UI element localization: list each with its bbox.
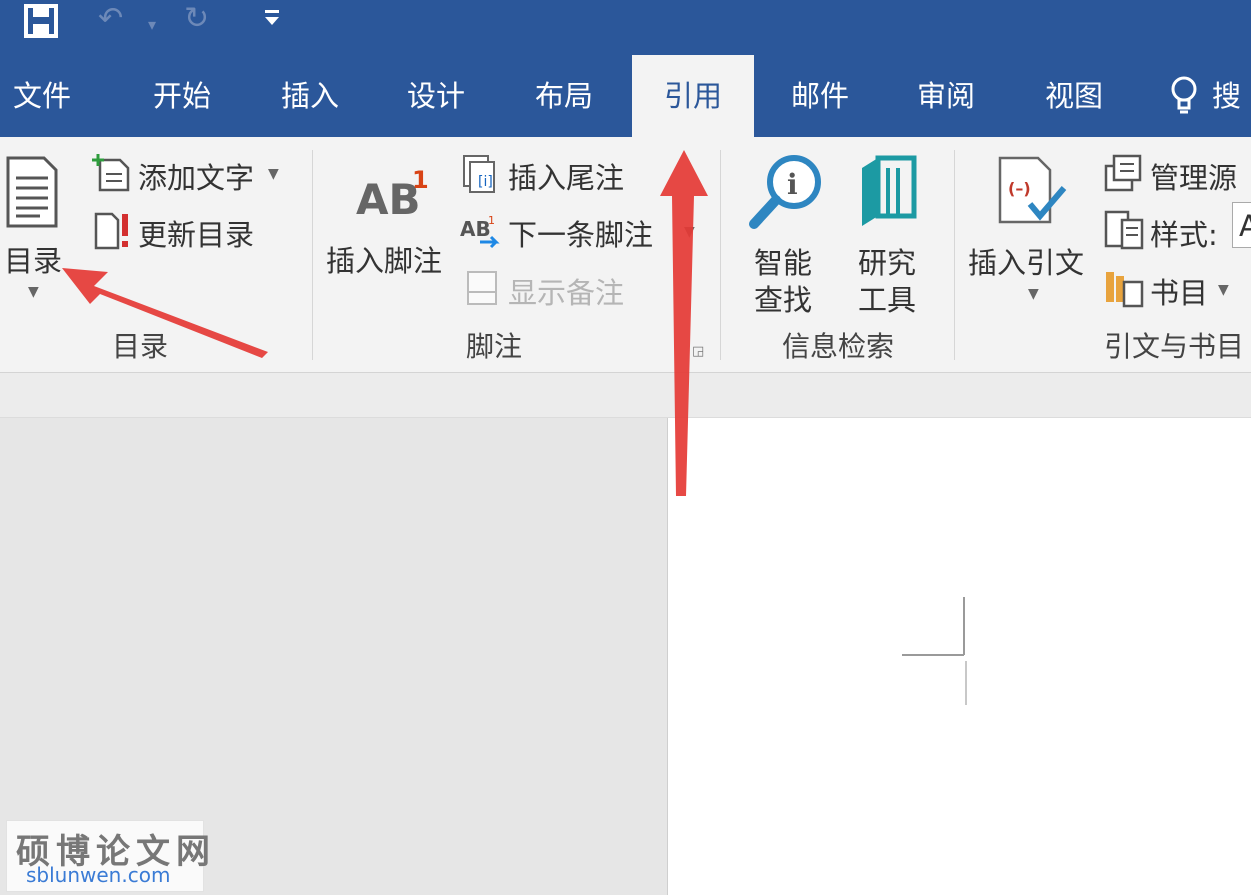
bibliography-button[interactable]: 书目 bbox=[1150, 270, 1208, 312]
tab-layout[interactable]: 布局 bbox=[522, 55, 606, 137]
tab-design[interactable]: 设计 bbox=[394, 55, 478, 137]
svg-text:AB: AB bbox=[356, 175, 421, 220]
watermark-url: sblunwen.com bbox=[26, 863, 171, 887]
research-group-label: 信息检索 bbox=[781, 330, 894, 363]
bibliography-dropdown-icon[interactable]: ▼ bbox=[1218, 282, 1229, 298]
smart-lookup-icon: i bbox=[749, 155, 821, 229]
smart-lookup-button-line2[interactable]: 查找 bbox=[754, 277, 812, 319]
insert-citation-icon: (–) bbox=[998, 156, 1067, 224]
researcher-button-line2[interactable]: 工具 bbox=[858, 277, 916, 319]
customize-qat-icon[interactable] bbox=[262, 6, 282, 39]
group-separator bbox=[720, 150, 721, 360]
smart-lookup-button[interactable]: 智能 bbox=[754, 240, 812, 282]
add-text-button[interactable]: 添加文字 bbox=[138, 155, 254, 197]
update-table-icon bbox=[94, 212, 128, 250]
document-page[interactable] bbox=[667, 418, 1251, 895]
next-footnote-dropdown-icon[interactable]: ▼ bbox=[684, 224, 695, 240]
style-select[interactable]: A bbox=[1232, 202, 1251, 248]
researcher-button[interactable]: 研究 bbox=[858, 240, 916, 282]
toc-button[interactable]: 目录 bbox=[4, 238, 62, 280]
tab-search[interactable]: 搜 bbox=[1212, 55, 1251, 137]
insert-endnote-button[interactable]: 插入尾注 bbox=[508, 155, 624, 197]
show-notes-icon bbox=[467, 271, 497, 305]
tab-review[interactable]: 审阅 bbox=[904, 55, 988, 137]
next-footnote-button[interactable]: 下一条脚注 bbox=[508, 212, 653, 254]
tab-references[interactable]: 引用 bbox=[632, 55, 754, 137]
style-label: 样式: bbox=[1150, 218, 1218, 252]
ruler bbox=[0, 373, 1251, 418]
svg-text:(–): (–) bbox=[1008, 179, 1031, 198]
insert-footnote-button[interactable]: 插入脚注 bbox=[326, 238, 442, 280]
update-toc-button[interactable]: 更新目录 bbox=[138, 212, 254, 254]
svg-text:1: 1 bbox=[412, 166, 429, 194]
svg-text:1: 1 bbox=[488, 214, 495, 227]
next-footnote-icon: AB 1 bbox=[460, 214, 500, 249]
dialog-launcher-icon[interactable]: ◲ bbox=[692, 344, 704, 359]
undo-dropdown-icon[interactable]: ▾ bbox=[148, 10, 156, 40]
svg-text:i: i bbox=[787, 168, 798, 201]
toc-dropdown-icon[interactable]: ▼ bbox=[28, 284, 39, 300]
undo-icon[interactable]: ↶ bbox=[98, 4, 123, 34]
show-notes-button: 显示备注 bbox=[508, 276, 625, 310]
svg-text:AB: AB bbox=[460, 217, 491, 241]
redo-icon[interactable]: ↻ bbox=[184, 4, 209, 34]
table-of-contents-icon bbox=[6, 156, 58, 228]
citation-style-icon bbox=[1104, 210, 1144, 250]
bibliography-icon bbox=[1106, 272, 1144, 308]
page-margin-marker bbox=[902, 597, 967, 705]
footnote-group-label: 脚注 bbox=[465, 330, 522, 363]
svg-text:[i]: [i] bbox=[478, 174, 493, 190]
group-separator bbox=[954, 150, 955, 360]
save-icon[interactable] bbox=[24, 4, 58, 44]
group-separator bbox=[312, 150, 313, 360]
researcher-icon bbox=[862, 155, 917, 226]
citations-group-label: 引文与书目 bbox=[1104, 330, 1245, 363]
lightbulb-icon[interactable] bbox=[1170, 76, 1198, 116]
tab-insert[interactable]: 插入 bbox=[268, 55, 352, 137]
manage-sources-button[interactable]: 管理源 bbox=[1150, 155, 1237, 197]
tab-view[interactable]: 视图 bbox=[1032, 55, 1116, 137]
insert-citation-button[interactable]: 插入引文 bbox=[968, 240, 1084, 282]
insert-citation-dropdown-icon[interactable]: ▼ bbox=[1028, 286, 1039, 302]
tab-mailings[interactable]: 邮件 bbox=[778, 55, 862, 137]
insert-footnote-icon: AB 1 bbox=[356, 166, 429, 220]
tab-file[interactable]: 文件 bbox=[0, 55, 84, 137]
manage-sources-icon bbox=[1104, 154, 1142, 192]
insert-endnote-icon: [i] bbox=[463, 155, 495, 193]
tab-home[interactable]: 开始 bbox=[140, 55, 224, 137]
add-text-dropdown-icon[interactable]: ▼ bbox=[268, 166, 279, 182]
toc-group-label: 目录 bbox=[111, 330, 168, 363]
add-text-icon bbox=[92, 154, 130, 192]
